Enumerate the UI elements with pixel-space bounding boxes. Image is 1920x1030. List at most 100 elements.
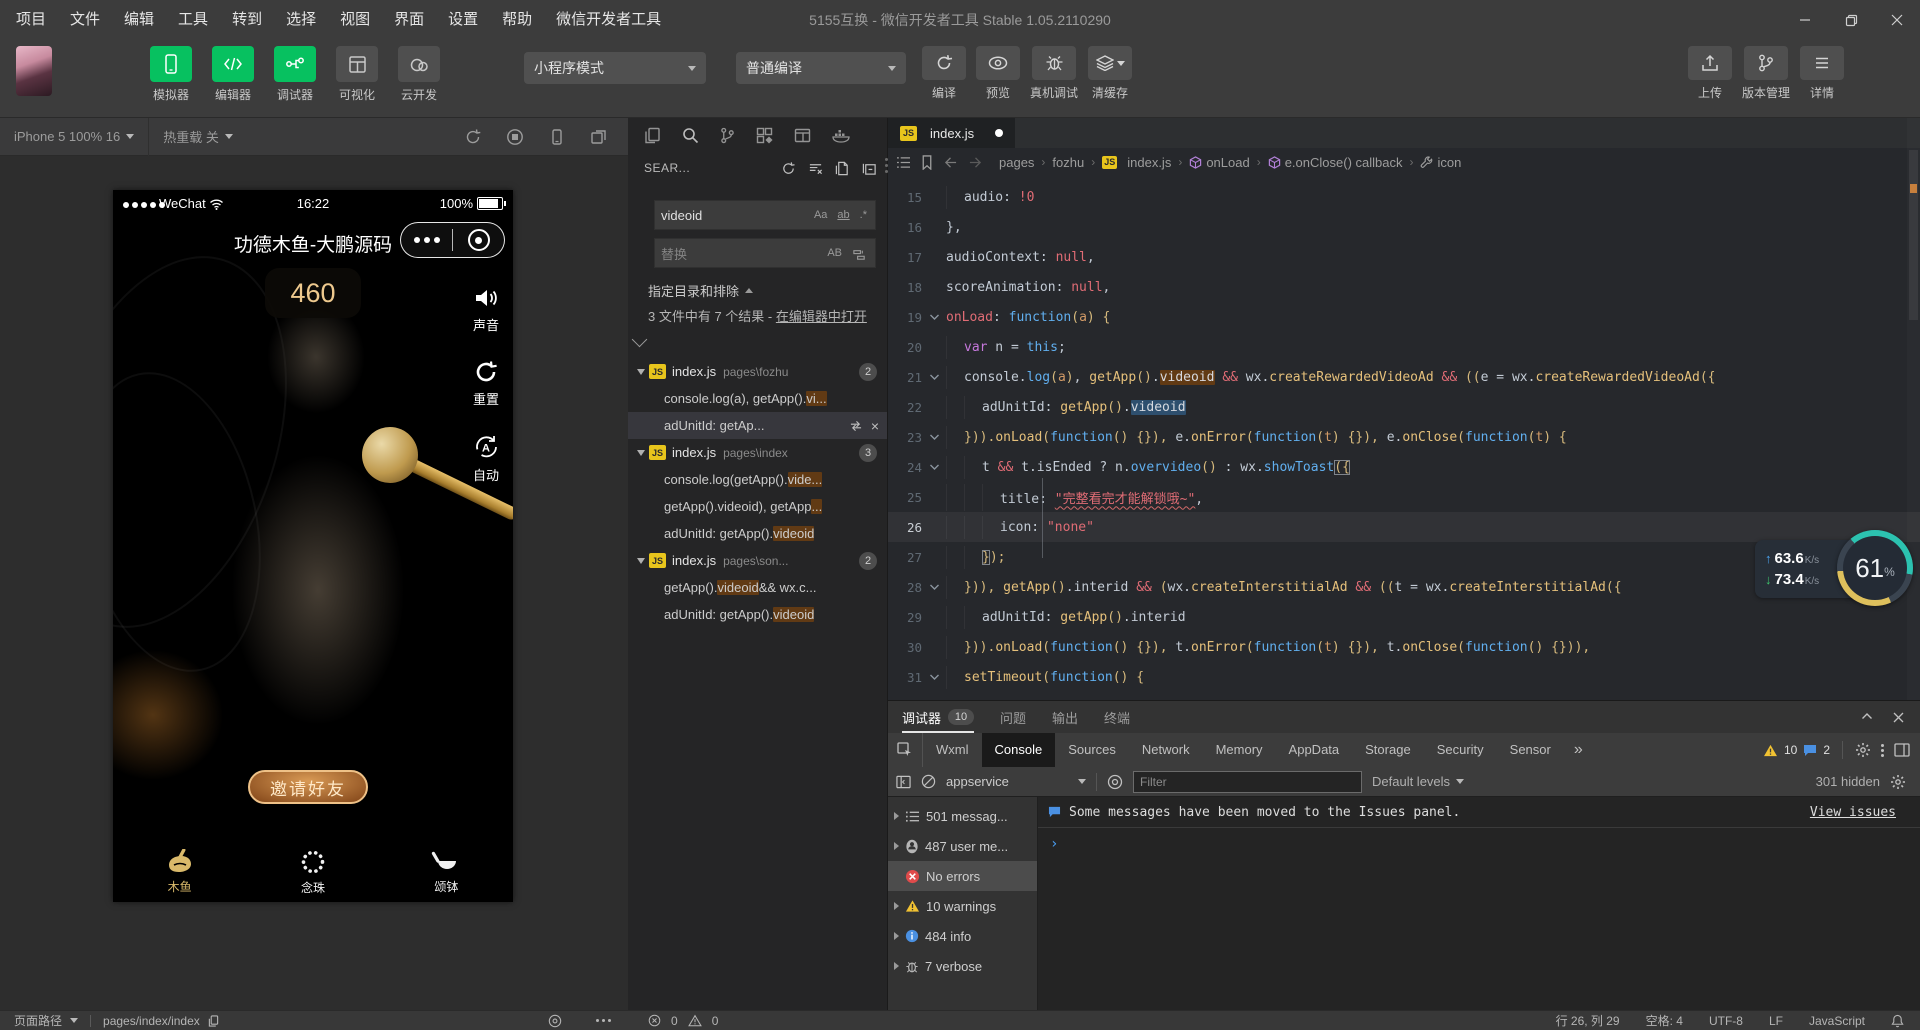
phone-speaker-button[interactable]: 声音 xyxy=(473,286,499,334)
search-match-row[interactable]: console.log(getApp().vide... xyxy=(628,466,887,493)
files-icon[interactable] xyxy=(644,127,661,144)
breadcrumb-onLoad[interactable]: onLoad xyxy=(1189,155,1249,170)
console-prompt[interactable]: › xyxy=(1038,828,1920,852)
console-filter-user[interactable]: 487 user me... xyxy=(888,831,1037,861)
miniapp-tab-颂钵[interactable]: 颂钵 xyxy=(380,842,513,902)
search-match-row[interactable]: adUnitId: getApp().videoid xyxy=(628,601,887,628)
device-select[interactable]: iPhone 5 100% 16 xyxy=(0,118,149,156)
docker-icon[interactable] xyxy=(832,128,851,143)
preserve-case-icon[interactable]: AB xyxy=(825,246,844,260)
devtools-tab-AppData[interactable]: AppData xyxy=(1276,733,1353,767)
code-area[interactable]: 15audio: !016},17audioContext: null,18sc… xyxy=(888,182,1920,692)
compile-select[interactable]: 普通编译 xyxy=(736,52,906,84)
filter-input[interactable]: Filter xyxy=(1133,771,1362,793)
scope-toggle[interactable]: 指定目录和排除 xyxy=(648,281,753,300)
code-line-20[interactable]: 20var n = this; xyxy=(888,332,1920,362)
source-control-icon[interactable] xyxy=(720,127,735,144)
open-in-editor-icon[interactable] xyxy=(835,161,850,176)
eye-icon[interactable] xyxy=(1107,774,1123,790)
collapse-all-icon[interactable] xyxy=(862,161,877,176)
minimize-button[interactable] xyxy=(1782,0,1828,40)
refresh-icon[interactable] xyxy=(464,128,482,146)
console-filter-warning[interactable]: 10 warnings xyxy=(888,891,1037,921)
view-issues-link[interactable]: View issues xyxy=(1810,805,1896,820)
replace-input[interactable]: 替换 AB xyxy=(654,238,876,268)
device-frame-icon[interactable] xyxy=(548,128,566,146)
page-path-label[interactable]: 页面路径 xyxy=(14,1012,62,1029)
open-in-editor-link[interactable]: 在编辑器中打开 xyxy=(776,309,867,324)
menu-item-10[interactable]: 帮助 xyxy=(490,0,544,40)
mode-select[interactable]: 小程序模式 xyxy=(524,52,706,84)
issues-icon[interactable] xyxy=(1803,744,1817,757)
user-avatar[interactable] xyxy=(16,46,52,96)
close-panel-icon[interactable] xyxy=(1893,712,1904,723)
debugger-tab-调试器[interactable]: 调试器10 xyxy=(902,701,974,733)
fold-chevron-icon[interactable] xyxy=(922,373,946,381)
replace-all-icon[interactable] xyxy=(850,245,869,262)
action-详情[interactable]: 详情 xyxy=(1800,46,1844,101)
detach-window-icon[interactable] xyxy=(590,128,608,146)
search-match-row[interactable]: console.log(a), getApp().vi... xyxy=(628,385,887,412)
editor-scrollbar[interactable] xyxy=(1907,118,1920,700)
replace-icon[interactable] xyxy=(849,420,863,432)
nav-back-icon[interactable] xyxy=(943,156,958,169)
toolbar-tool-可视化[interactable]: 可视化 xyxy=(334,46,380,103)
fold-chevron-icon[interactable] xyxy=(922,673,946,681)
miniapp-tab-木鱼[interactable]: 木鱼 xyxy=(113,842,246,902)
toolbar-tool-模拟器[interactable]: 模拟器 xyxy=(148,46,194,103)
search-match-row[interactable]: adUnitId: getApp().videoid xyxy=(628,520,887,547)
phone-reset-button[interactable]: 重置 xyxy=(473,360,499,408)
fold-chevron-icon[interactable] xyxy=(922,583,946,591)
stop-icon[interactable] xyxy=(506,128,524,146)
code-line-17[interactable]: 17audioContext: null, xyxy=(888,242,1920,272)
action-清缓存[interactable]: 清缓存 xyxy=(1088,46,1132,101)
problem-counts[interactable]: 0 0 xyxy=(648,1014,718,1028)
menu-item-9[interactable]: 设置 xyxy=(436,0,490,40)
outline-icon[interactable] xyxy=(896,156,911,169)
match-case-icon[interactable]: Aa xyxy=(812,208,829,222)
action-编译[interactable]: 编译 xyxy=(922,46,966,101)
toolbar-tool-云开发[interactable]: 云开发 xyxy=(396,46,442,103)
console-output[interactable]: Some messages have been moved to the Iss… xyxy=(1038,797,1920,1010)
menu-item-5[interactable]: 转到 xyxy=(220,0,274,40)
copy-path-icon[interactable] xyxy=(208,1015,219,1027)
devtools-tab-Sources[interactable]: Sources xyxy=(1055,733,1129,767)
language-mode[interactable]: JavaScript xyxy=(1809,1014,1865,1028)
code-line-28[interactable]: 28})), getApp().interid && (wx.createInt… xyxy=(888,572,1920,602)
search-file-row[interactable]: JSindex.jspages\index3 xyxy=(628,439,887,466)
refresh-results-icon[interactable] xyxy=(781,161,796,176)
restore-button[interactable] xyxy=(1828,0,1874,40)
extensions-icon[interactable] xyxy=(756,127,773,144)
close-button[interactable] xyxy=(1874,0,1920,40)
context-select[interactable]: appservice xyxy=(946,774,1086,789)
code-line-23[interactable]: 23})).onLoad(function() {}), e.onError(f… xyxy=(888,422,1920,452)
devtools-tab-Network[interactable]: Network xyxy=(1129,733,1203,767)
clear-console-icon[interactable] xyxy=(921,774,936,789)
regex-icon[interactable]: .* xyxy=(858,208,869,222)
menu-item-2[interactable]: 文件 xyxy=(58,0,112,40)
devtools-tab-Memory[interactable]: Memory xyxy=(1203,733,1276,767)
bookmark-icon[interactable] xyxy=(921,155,933,170)
toolbar-tool-调试器[interactable]: 调试器 xyxy=(272,46,318,103)
dock-layout-icon[interactable] xyxy=(1894,743,1910,757)
breadcrumb-fozhu[interactable]: fozhu xyxy=(1052,155,1084,170)
bell-icon[interactable] xyxy=(1891,1014,1904,1028)
whole-word-icon[interactable]: ab xyxy=(835,208,851,222)
breadcrumb-pages[interactable]: pages xyxy=(999,155,1034,170)
code-line-31[interactable]: 31setTimeout(function() { xyxy=(888,662,1920,692)
toolbar-tool-编辑器[interactable]: 编辑器 xyxy=(210,46,256,103)
sidebar-toggle-icon[interactable] xyxy=(896,775,911,789)
phone-auto-button[interactable]: A自动 xyxy=(473,434,499,484)
unsaved-dot-icon[interactable] xyxy=(995,129,1003,137)
devtools-tab-Sensor[interactable]: Sensor xyxy=(1497,733,1564,767)
action-预览[interactable]: 预览 xyxy=(976,46,1020,101)
search-file-row[interactable]: JSindex.jspages\fozhu2 xyxy=(628,358,887,385)
search-match-row[interactable]: adUnitId: getAp...× xyxy=(628,412,887,439)
more-tabs-button[interactable]: » xyxy=(1564,741,1593,759)
code-line-21[interactable]: 21console.log(a), getApp().videoid && wx… xyxy=(888,362,1920,392)
nav-forward-icon[interactable] xyxy=(968,156,983,169)
editor-layout-icon[interactable] xyxy=(794,128,811,143)
fold-chevron-icon[interactable] xyxy=(922,433,946,441)
eol-setting[interactable]: LF xyxy=(1769,1014,1783,1028)
scrollbar-thumb[interactable] xyxy=(1909,150,1918,320)
